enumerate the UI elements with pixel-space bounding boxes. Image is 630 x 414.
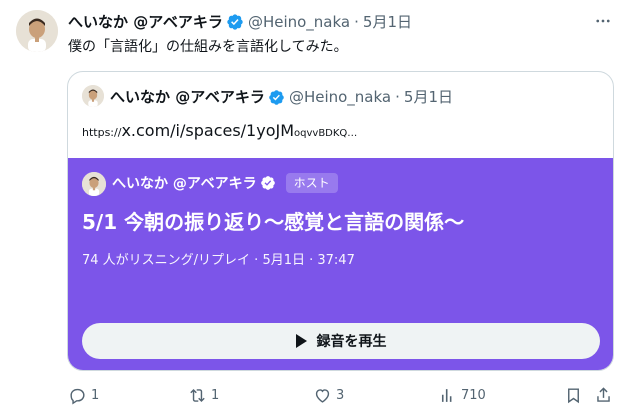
post-header: へいなか @アベアキラ @Heino_naka · 5月1日 bbox=[68, 12, 412, 32]
repost-icon bbox=[190, 388, 205, 403]
play-icon bbox=[295, 334, 307, 348]
more-options-icon[interactable] bbox=[592, 10, 614, 32]
share-icon bbox=[597, 387, 610, 402]
post-date[interactable]: 5月1日 bbox=[363, 12, 412, 32]
repost-button[interactable]: 1 bbox=[188, 386, 219, 405]
like-count: 3 bbox=[336, 388, 345, 403]
heart-icon bbox=[315, 389, 330, 403]
quoted-author-name[interactable]: へいなか @アベアキラ bbox=[110, 87, 265, 107]
space-link-main: x.com/i/spaces/1yoJM bbox=[121, 121, 295, 140]
reply-count: 1 bbox=[91, 388, 100, 403]
quoted-post-card[interactable]: へいなか @アベアキラ @Heino_naka · 5月1日 https://x… bbox=[67, 71, 614, 371]
bookmark-icon bbox=[568, 388, 579, 404]
action-bar: 1 1 3 710 bbox=[68, 386, 614, 408]
author-avatar[interactable] bbox=[16, 10, 58, 52]
reply-icon bbox=[70, 388, 85, 405]
quoted-author-avatar[interactable] bbox=[82, 85, 104, 107]
post-text: 僕の「言語化」の仕組みを言語化してみた。 bbox=[68, 39, 348, 55]
host-badge: ホスト bbox=[285, 173, 338, 193]
space-title: 5/1 今朝の振り返り〜感覚と言語の関係〜 bbox=[82, 210, 465, 234]
share-button[interactable] bbox=[594, 386, 617, 405]
space-host-row: へいなか @アベアキラ ホスト bbox=[112, 173, 338, 193]
verified-badge-icon bbox=[260, 175, 276, 191]
quoted-post-header: へいなか @アベアキラ @Heino_naka · 5月1日 bbox=[110, 87, 453, 107]
avatar-image bbox=[82, 85, 104, 107]
avatar-image bbox=[82, 172, 106, 196]
author-handle[interactable]: @Heino_naka bbox=[248, 12, 350, 32]
verified-badge-icon[interactable] bbox=[268, 89, 285, 106]
quoted-post-date[interactable]: 5月1日 bbox=[404, 87, 453, 107]
space-link-prefix: https:// bbox=[82, 126, 122, 139]
space-link[interactable]: https://x.com/i/spaces/1yoJMoqvvBDKQ… bbox=[82, 121, 357, 144]
views-icon bbox=[441, 389, 452, 402]
space-card[interactable]: へいなか @アベアキラ ホスト 5/1 今朝の振り返り〜感覚と言語の関係〜 74… bbox=[68, 158, 613, 370]
verified-badge-icon[interactable] bbox=[226, 13, 244, 31]
space-meta: 74 人がリスニング/リプレイ · 5月1日 · 37:47 bbox=[82, 253, 355, 268]
repost-count: 1 bbox=[211, 388, 220, 403]
views-count: 710 bbox=[461, 388, 486, 403]
avatar-image bbox=[16, 10, 58, 52]
separator-dot: · bbox=[395, 88, 400, 106]
views-button[interactable]: 710 bbox=[438, 386, 486, 405]
play-recording-label: 録音を再生 bbox=[316, 334, 387, 350]
space-host-avatar[interactable] bbox=[82, 172, 106, 196]
space-link-tail: oqvvBDKQ… bbox=[294, 128, 358, 139]
bookmark-button[interactable] bbox=[564, 386, 587, 405]
like-button[interactable]: 3 bbox=[313, 386, 344, 405]
quoted-author-handle[interactable]: @Heino_naka bbox=[289, 87, 391, 107]
separator-dot: · bbox=[354, 13, 359, 31]
reply-button[interactable]: 1 bbox=[68, 386, 99, 405]
play-recording-button[interactable]: 録音を再生 bbox=[82, 323, 600, 359]
author-name[interactable]: へいなか @アベアキラ bbox=[68, 12, 223, 32]
space-host-name: へいなか @アベアキラ bbox=[112, 176, 257, 192]
